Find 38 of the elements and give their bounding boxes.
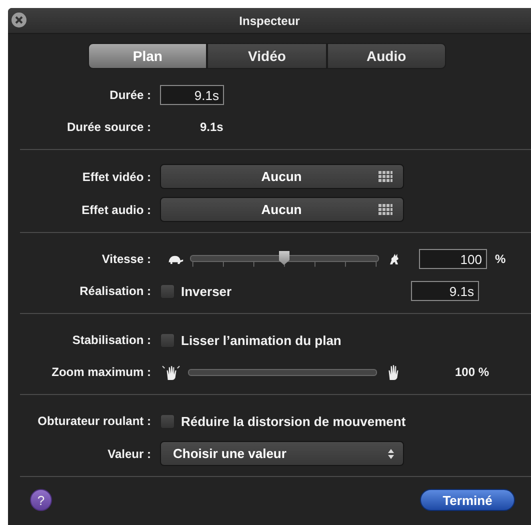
field-label: Effet vidéo : [81, 170, 151, 184]
speed-slider[interactable] [190, 249, 379, 269]
field-label: Zoom maximum : [50, 365, 151, 379]
field-label: Réalisation : [78, 284, 151, 298]
effect-popup-button[interactable]: Aucun [160, 197, 404, 222]
field-label: Vitesse : [100, 252, 151, 266]
duration-field[interactable]: 9.1s [160, 85, 224, 105]
duration-field[interactable]: 9.1s [411, 281, 479, 301]
stepper-icon [387, 448, 395, 460]
field-label: Durée : [108, 88, 151, 102]
field-label: Effet audio : [80, 202, 151, 216]
close-icon[interactable] [11, 12, 27, 28]
grid-icon [378, 171, 393, 182]
window-title: Inspecteur [239, 14, 300, 28]
tab[interactable]: Plan [88, 43, 208, 69]
checkbox-option[interactable]: Lisser l’animation du plan [160, 332, 342, 348]
field-label: Stabilisation : [71, 333, 151, 347]
hand-icon [160, 364, 182, 380]
help-button[interactable]: ? [30, 489, 52, 511]
checkbox[interactable] [160, 414, 175, 428]
tab[interactable]: Audio [326, 43, 446, 69]
checkbox-option[interactable]: Inverser [160, 284, 232, 298]
effect-popup-button[interactable]: Aucun [160, 164, 404, 189]
source-duration-value: 9.1s [200, 120, 224, 134]
field-label: Durée source : [66, 120, 151, 134]
field-label: Obturateur roulant : [36, 414, 151, 428]
tab[interactable]: Vidéo [207, 43, 327, 69]
field-label: Valeur : [106, 446, 151, 460]
done-button[interactable]: Terminé [420, 489, 515, 511]
checkbox[interactable] [160, 332, 175, 348]
checkbox-option[interactable]: Réduire la distorsion de mouvement [160, 414, 406, 428]
value-select[interactable]: Choisir une valeur [160, 441, 404, 466]
speed-field[interactable]: 100 [419, 249, 487, 269]
checkbox[interactable] [160, 284, 175, 298]
zoom-value: 100 % [455, 365, 490, 379]
grid-icon [378, 204, 393, 215]
slider-thumb[interactable] [278, 251, 290, 265]
percent-unit: % [495, 252, 506, 266]
